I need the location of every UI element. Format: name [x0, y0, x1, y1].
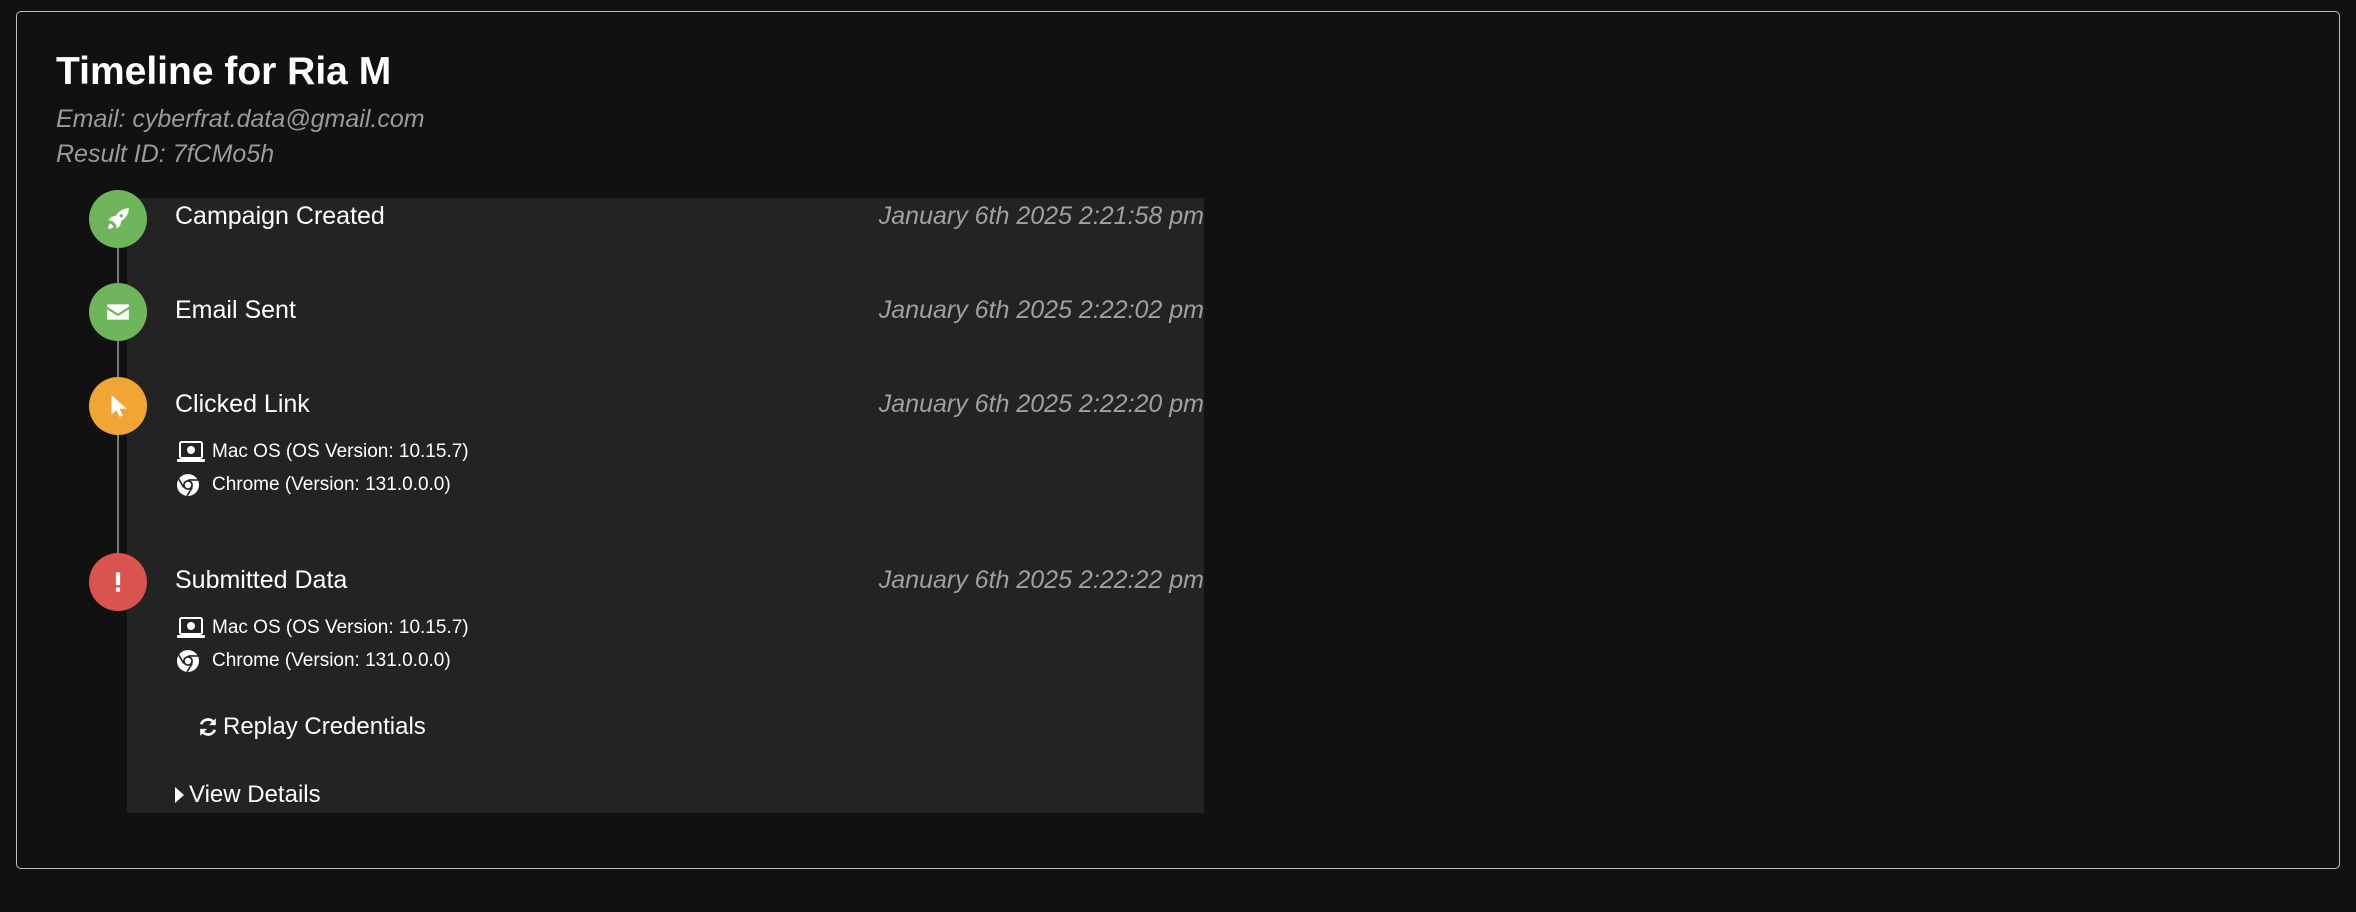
os-detail: Mac OS (OS Version: 10.15.7) — [176, 615, 469, 641]
exclamation-icon — [89, 553, 147, 611]
refresh-icon — [199, 718, 217, 736]
mouse-pointer-icon — [89, 377, 147, 435]
envelope-icon — [89, 283, 147, 341]
browser-detail: Chrome (Version: 131.0.0.0) — [176, 472, 451, 498]
laptop-icon — [177, 617, 205, 638]
view-details-toggle[interactable]: View Details — [175, 778, 321, 812]
event-timestamp: January 6th 2025 2:22:22 pm — [878, 566, 1204, 594]
event-title: Campaign Created — [175, 202, 385, 230]
laptop-icon — [177, 441, 205, 462]
os-detail: Mac OS (OS Version: 10.15.7) — [176, 439, 469, 465]
replay-credentials-button[interactable]: Replay Credentials — [197, 710, 426, 744]
rocket-icon — [89, 190, 147, 248]
browser-text: Chrome (Version: 131.0.0.0) — [212, 650, 451, 671]
page-title: Timeline for Ria M — [56, 50, 392, 93]
chrome-icon — [177, 474, 199, 497]
event-timestamp: January 6th 2025 2:22:20 pm — [878, 390, 1204, 418]
os-text: Mac OS (OS Version: 10.15.7) — [212, 441, 469, 462]
chrome-icon — [177, 650, 199, 673]
view-details-label: View Details — [189, 781, 321, 808]
caret-right-icon — [175, 787, 184, 803]
email-text: Email: cyberfrat.data@gmail.com — [56, 105, 425, 133]
os-text: Mac OS (OS Version: 10.15.7) — [212, 617, 469, 638]
event-title: Submitted Data — [175, 566, 348, 594]
event-title: Email Sent — [175, 296, 296, 324]
result-id-text: Result ID: 7fCMo5h — [56, 140, 275, 168]
browser-detail: Chrome (Version: 131.0.0.0) — [176, 648, 451, 674]
event-title: Clicked Link — [175, 390, 310, 418]
event-timestamp: January 6th 2025 2:21:58 pm — [878, 202, 1204, 230]
browser-text: Chrome (Version: 131.0.0.0) — [212, 474, 451, 495]
event-timestamp: January 6th 2025 2:22:02 pm — [878, 296, 1204, 324]
replay-credentials-label: Replay Credentials — [223, 713, 426, 740]
